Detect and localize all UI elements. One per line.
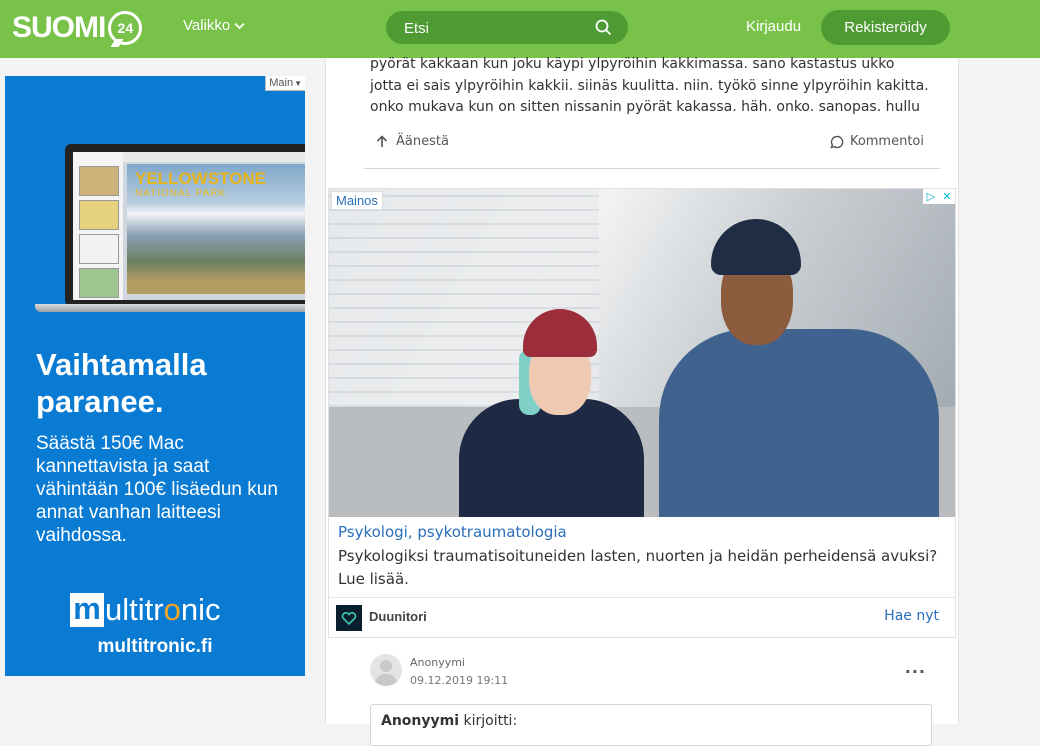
speech-bubble-icon <box>830 135 844 149</box>
reply-author: Anonyymi <box>410 656 465 669</box>
ad-choice-tag[interactable]: Main▼ <box>265 76 305 91</box>
search-input[interactable] <box>402 11 586 46</box>
apply-now-button[interactable]: Hae nyt <box>884 608 939 624</box>
ad-photo: Mainos ▷ ✕ <box>329 189 955 517</box>
brand-m: m <box>70 593 104 627</box>
adchoices-icon[interactable]: ▷ ✕ <box>923 189 955 204</box>
top-header: SUOMI 24 Valikko Kirjaudu Rekisteröidy <box>0 0 1040 58</box>
ad-headline: Vaihtamalla paranee. <box>36 347 207 419</box>
site-logo[interactable]: SUOMI 24 <box>12 6 143 50</box>
reply-date: 09.12.2019 19:11 <box>410 674 509 687</box>
sidebar-ad-banner[interactable]: Main▼ YELLOWSTONE NATIONAL PARK Vaihtama… <box>5 76 305 676</box>
logo-badge: 24 <box>108 11 143 45</box>
quote-author: Anonyymi <box>381 713 460 729</box>
multitronic-logo: m ultitr o nic <box>70 592 220 628</box>
ad-body-text: Säästä 150€ Mac kannettavista ja saat vä… <box>36 433 278 546</box>
ad-footer: Duunitori Hae nyt <box>329 597 955 639</box>
logo-text: SUOMI <box>12 11 106 44</box>
quote-box: Anonyymi kirjoitti: <box>370 704 932 746</box>
reply-comment: Anonyymi 09.12.2019 19:11 ... Anonyymi k… <box>362 650 938 746</box>
post-body: pyörät kakkaan kun joku käypi ylpyröihin… <box>370 56 929 115</box>
post-actions: Äänestä Kommentoi <box>364 128 940 169</box>
screen-subtitle: NATIONAL PARK <box>135 188 227 199</box>
brand-part-a: ultitr <box>105 592 164 627</box>
ad-title[interactable]: Psykologi, psykotraumatologia <box>338 523 567 541</box>
login-link[interactable]: Kirjaudu <box>746 18 801 35</box>
duunitori-logo-icon <box>336 605 362 631</box>
ad-description: Psykologiksi traumatisoituneiden lasten,… <box>338 547 938 588</box>
ad-url: multitronic.fi <box>97 636 213 657</box>
quote-suffix: kirjoitti: <box>459 713 518 729</box>
native-ad[interactable]: Mainos ▷ ✕ Psykologi, psykotraumatologia … <box>328 188 956 638</box>
triangle-down-icon: ▼ <box>294 79 302 88</box>
comment-button[interactable]: Kommentoi <box>830 134 924 149</box>
brand-part-b: nic <box>180 592 221 627</box>
more-options-icon[interactable]: ... <box>905 658 926 677</box>
ad-label: Mainos <box>331 191 383 210</box>
vote-label: Äänestä <box>396 134 449 149</box>
ad-tag-label: Main <box>269 77 294 89</box>
avatar <box>370 654 402 686</box>
comment-label: Kommentoi <box>849 134 924 149</box>
menu-label: Valikko <box>183 17 231 34</box>
laptop-image: YELLOWSTONE NATIONAL PARK <box>35 144 305 324</box>
search-icon[interactable] <box>595 19 612 36</box>
search-bar <box>386 11 628 46</box>
menu-button[interactable]: Valikko <box>183 17 245 34</box>
arrow-up-icon <box>376 135 388 147</box>
screen-title: YELLOWSTONE <box>135 169 266 188</box>
advertiser-name: Duunitori <box>369 609 427 624</box>
vote-button[interactable]: Äänestä <box>376 134 449 149</box>
chevron-down-icon <box>234 22 245 29</box>
brand-o: o <box>163 592 181 627</box>
thread-column: pyörät kakkaan kun joku käypi ylpyröihin… <box>325 56 959 746</box>
register-button[interactable]: Rekisteröidy <box>821 10 950 45</box>
